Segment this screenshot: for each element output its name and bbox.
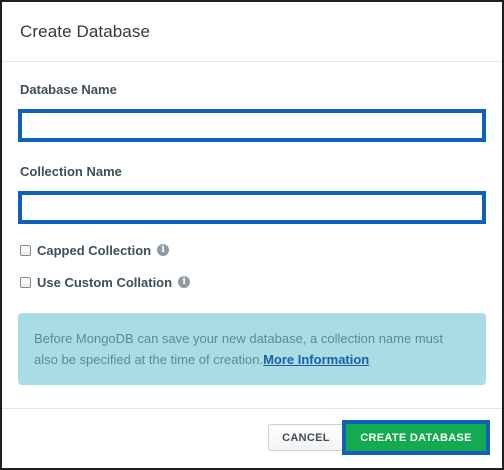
custom-collation-row[interactable]: Use Custom Collation i (20, 273, 486, 291)
collection-name-label: Collection Name (20, 164, 122, 179)
banner-text: Before MongoDB can save your new databas… (34, 331, 444, 367)
capped-collection-label[interactable]: Capped Collection (37, 243, 151, 258)
info-banner: Before MongoDB can save your new databas… (18, 313, 486, 385)
dialog-title: Create Database (20, 21, 151, 41)
create-database-button[interactable]: CREATE DATABASE (342, 420, 490, 455)
capped-collection-checkbox[interactable] (20, 244, 31, 256)
database-name-label: Database Name (20, 82, 117, 97)
create-database-dialog: Create Database Database Name Collection… (0, 0, 504, 470)
collection-name-input[interactable] (18, 191, 486, 224)
info-icon[interactable]: i (178, 276, 191, 288)
info-icon[interactable]: i (157, 244, 170, 256)
custom-collation-label[interactable]: Use Custom Collation (37, 275, 172, 290)
dialog-body: Database Name Collection Name Capped Col… (2, 62, 502, 385)
database-name-input[interactable] (18, 109, 486, 142)
cancel-button[interactable]: CANCEL (268, 424, 344, 451)
dialog-header: Create Database (2, 2, 502, 62)
more-information-link[interactable]: More Information (263, 352, 369, 367)
dialog-footer: CANCEL CREATE DATABASE (2, 408, 502, 468)
custom-collation-checkbox[interactable] (20, 276, 31, 288)
capped-collection-row[interactable]: Capped Collection i (20, 241, 486, 259)
